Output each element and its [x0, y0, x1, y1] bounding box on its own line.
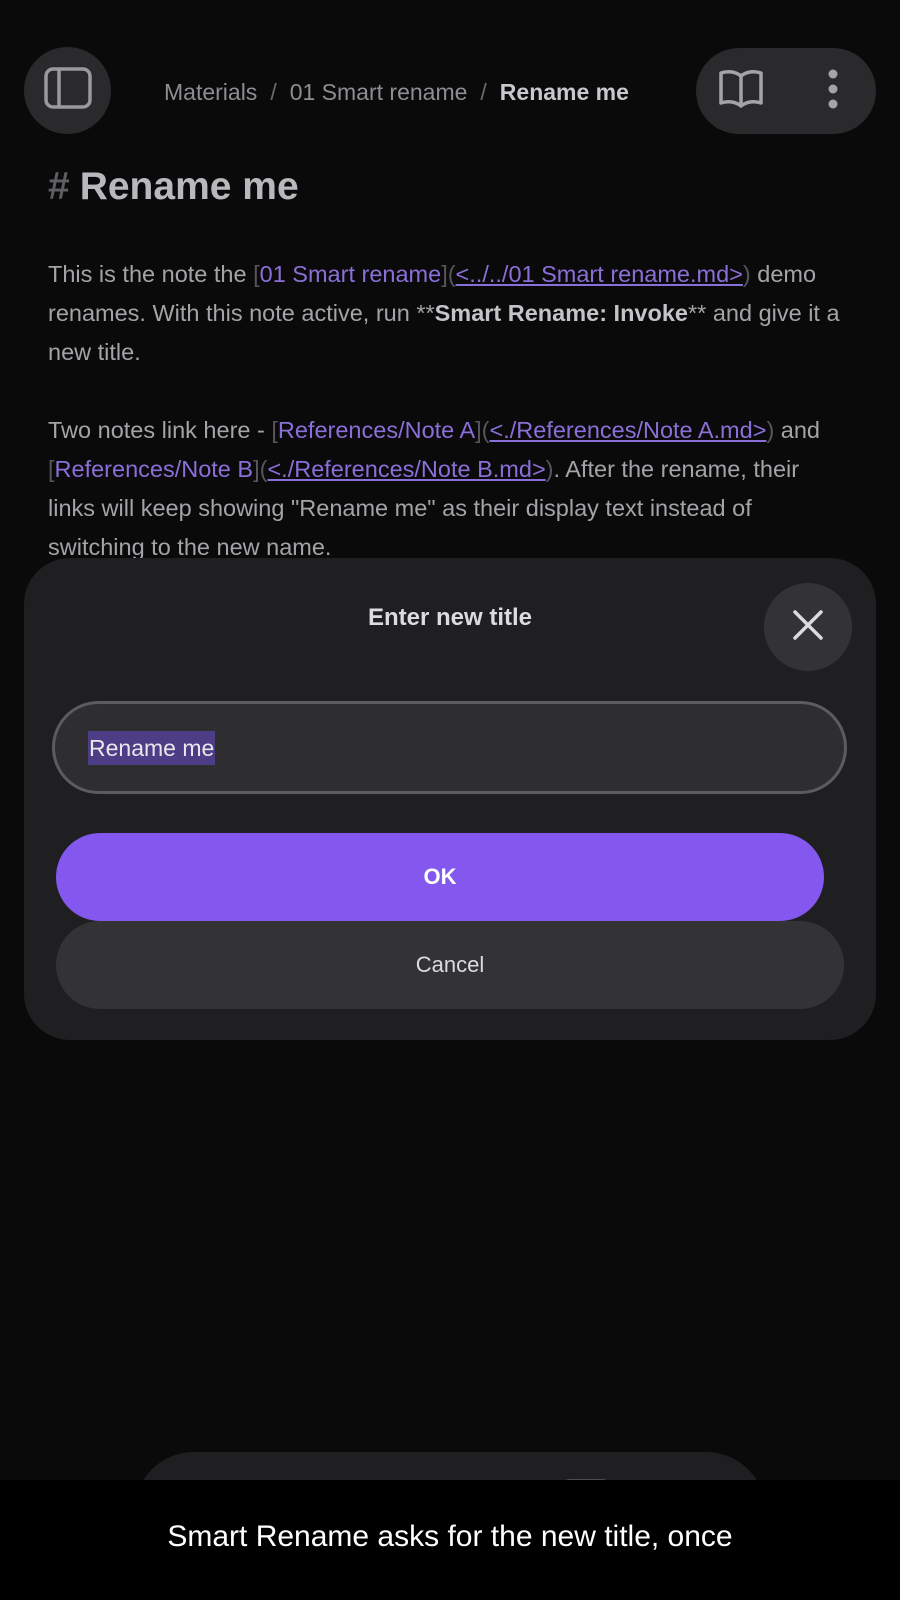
ok-button[interactable]: OK [56, 833, 824, 921]
paragraph-text: and [774, 417, 821, 443]
more-options-button[interactable] [800, 58, 866, 124]
more-vertical-icon [827, 69, 839, 114]
breadcrumb-item-smart-rename[interactable]: 01 Smart rename [290, 79, 468, 106]
sidebar-toggle-icon [43, 67, 92, 114]
cancel-button[interactable]: Cancel [56, 921, 844, 1009]
link-text[interactable]: References/Note B [55, 456, 254, 482]
note-paragraph-1: This is the note the [01 Smart rename](<… [48, 255, 848, 372]
paragraph-text: Two notes link here - [48, 417, 272, 443]
sidebar-toggle-button[interactable] [24, 47, 111, 134]
link-url[interactable]: <./References/Note A.md> [490, 417, 767, 443]
reading-view-icon [718, 68, 764, 115]
link-bracket: ]( [253, 456, 268, 482]
link-text[interactable]: References/Note A [278, 417, 475, 443]
new-title-input[interactable]: Rename me [52, 701, 847, 794]
link-url[interactable]: <./References/Note B.md> [267, 456, 545, 482]
heading-marker: # [48, 165, 70, 208]
bold-marker: ** [416, 300, 435, 326]
modal-title: Enter new title [367, 604, 533, 631]
breadcrumb-separator: / [270, 78, 277, 105]
note-title-text: Rename me [79, 165, 299, 208]
breadcrumb-current: Rename me [499, 78, 629, 105]
paragraph-text: This is the note the [48, 261, 254, 287]
note-paragraph-2: Two notes link here - [References/Note A… [48, 411, 848, 559]
breadcrumb: Materials / 01 Smart rename / Rename me [164, 74, 629, 110]
new-title-input-value: Rename me [88, 730, 216, 765]
link-bracket: ]( [441, 261, 456, 287]
link-text[interactable]: 01 Smart rename [260, 261, 442, 287]
caption-text: Smart Rename asks for the new title, onc… [167, 1520, 733, 1553]
breadcrumb-item-materials[interactable]: Materials [164, 79, 257, 106]
close-icon [792, 609, 824, 646]
note-title: # Rename me [48, 165, 299, 209]
link-bracket: ) [545, 456, 554, 482]
reading-view-button[interactable] [708, 58, 774, 124]
modal-close-button[interactable] [764, 583, 852, 671]
breadcrumb-separator: / [480, 78, 487, 105]
link-bracket: ]( [475, 417, 490, 443]
link-bracket: ) [742, 261, 751, 287]
bold-marker: ** [688, 300, 707, 326]
bold-text: Smart Rename: Invoke [434, 300, 688, 326]
link-url[interactable]: <../../01 Smart rename.md> [456, 261, 743, 287]
